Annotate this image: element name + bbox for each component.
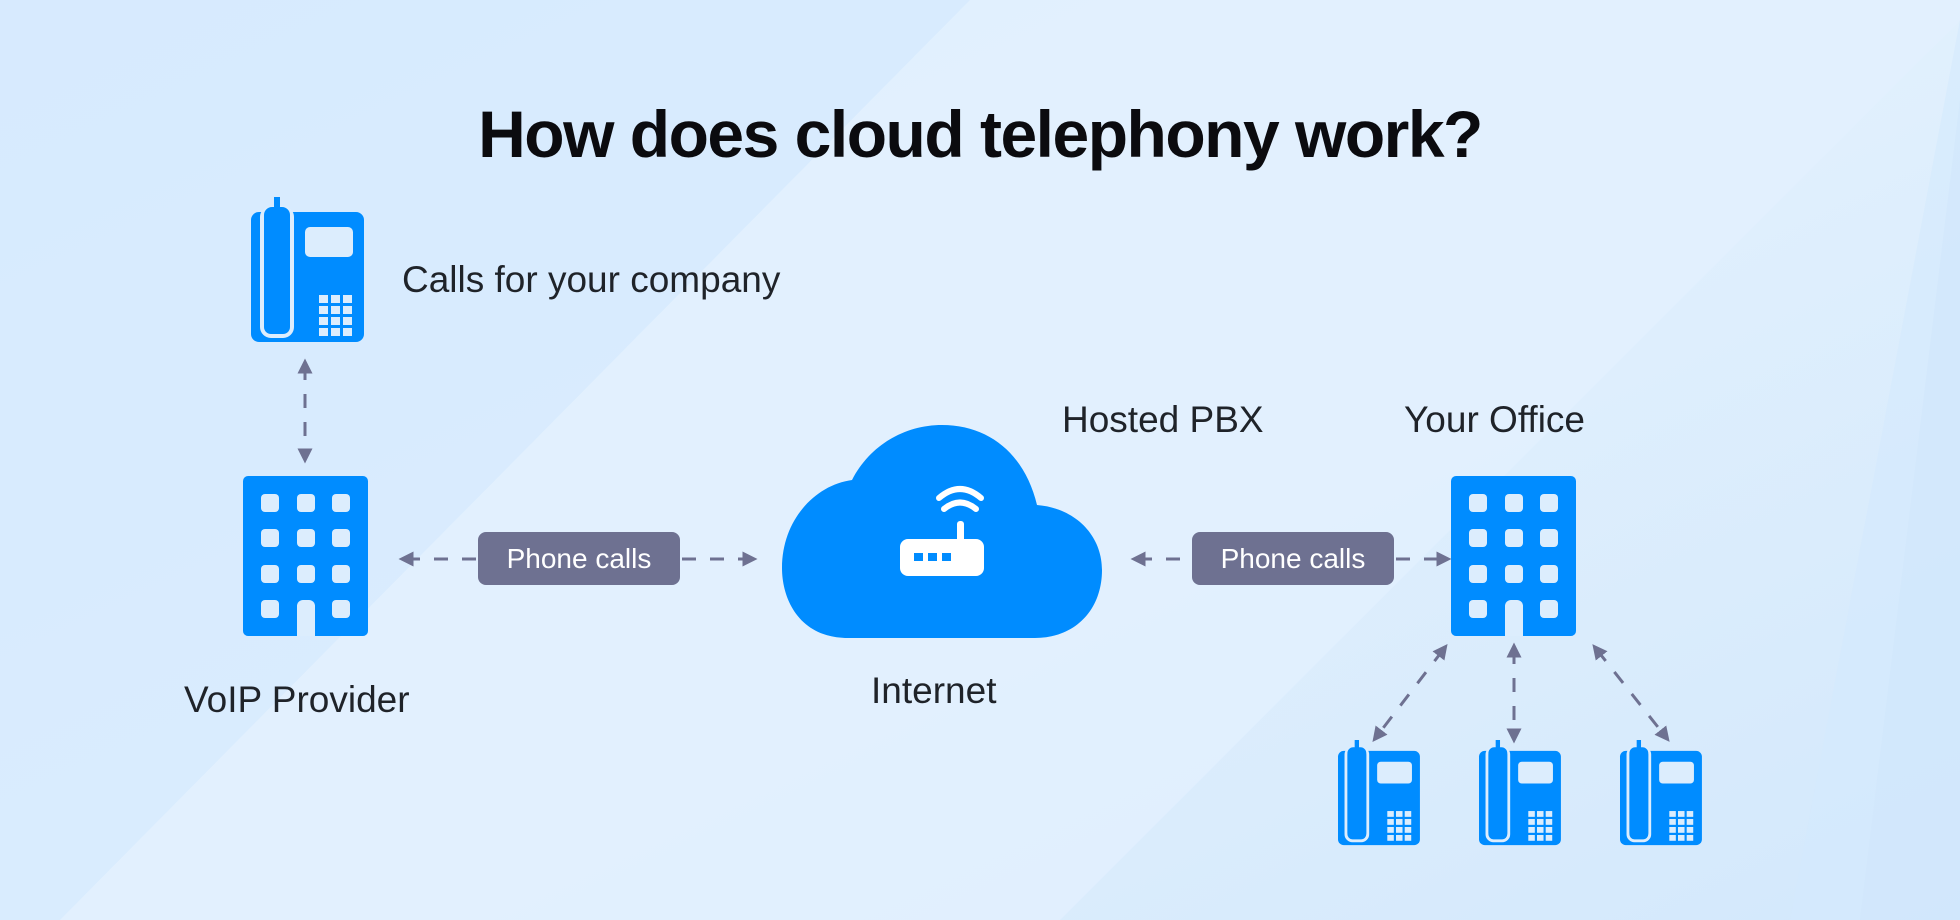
diagram-canvas (243, 195, 1704, 847)
phone-calls-pill-right: Phone calls (1192, 532, 1394, 585)
desk-phone-icon (249, 195, 366, 344)
arrow-office-phone-3 (1592, 644, 1670, 742)
voip-provider-label: VoIP Provider (184, 679, 410, 720)
internet-label: Internet (871, 670, 997, 711)
office-phone-icon-2 (1477, 738, 1563, 847)
office-phone-icon-1 (1336, 738, 1422, 847)
cloud-icon (782, 425, 1102, 638)
phone-calls-pill-left: Phone calls (478, 532, 680, 585)
office-building-icon (1451, 476, 1576, 636)
office-phone-icon-3 (1618, 738, 1704, 847)
hosted-pbx-label: Hosted PBX (1062, 399, 1264, 440)
voip-building-icon (243, 476, 368, 636)
calls-for-company-label: Calls for your company (402, 259, 781, 300)
arrow-office-phone-1 (1372, 644, 1448, 742)
your-office-label: Your Office (1404, 399, 1586, 440)
